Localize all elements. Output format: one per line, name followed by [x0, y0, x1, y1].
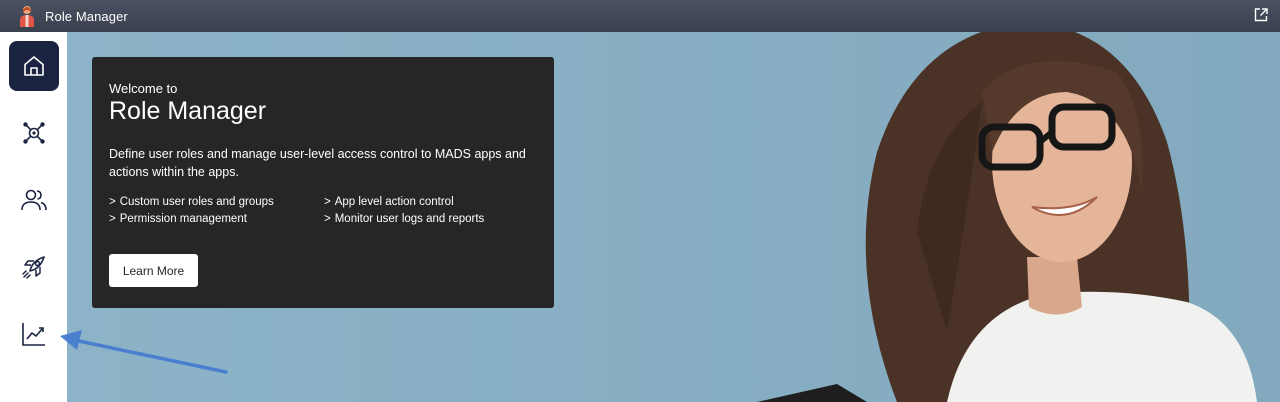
popout-icon[interactable] [1254, 8, 1268, 22]
title-bar: Role Manager [0, 0, 1280, 32]
app-logo-icon [20, 6, 34, 27]
welcome-heading: Role Manager [109, 97, 267, 125]
annotation-arrow-icon [60, 330, 228, 374]
feature-item: > App level action control [324, 196, 454, 208]
feature-item: > Monitor user logs and reports [324, 213, 485, 225]
home-icon [24, 56, 44, 76]
sidebar-item-home[interactable] [9, 41, 59, 91]
chevron-right-icon: > [109, 213, 116, 225]
feature-item: > Permission management [109, 213, 247, 225]
sidebar-item-network[interactable] [9, 108, 59, 158]
sidebar-item-analytics[interactable] [9, 309, 59, 359]
chart-icon [22, 323, 45, 346]
learn-more-button[interactable]: Learn More [109, 254, 198, 287]
rocket-icon [22, 256, 45, 279]
app-title: Role Manager [45, 8, 128, 24]
sidebar-item-rocket[interactable] [9, 242, 59, 292]
feature-item: > Custom user roles and groups [109, 196, 274, 208]
welcome-description: Define user roles and manage user-level … [109, 147, 526, 179]
sidebar-item-users[interactable] [9, 175, 59, 225]
users-icon [21, 189, 47, 211]
chevron-right-icon: > [324, 196, 331, 208]
welcome-kicker: Welcome to [109, 81, 178, 96]
welcome-card: Welcome to Role Manager Define user role… [92, 57, 554, 308]
network-icon [23, 122, 45, 144]
chevron-right-icon: > [109, 196, 116, 208]
chevron-right-icon: > [324, 213, 331, 225]
